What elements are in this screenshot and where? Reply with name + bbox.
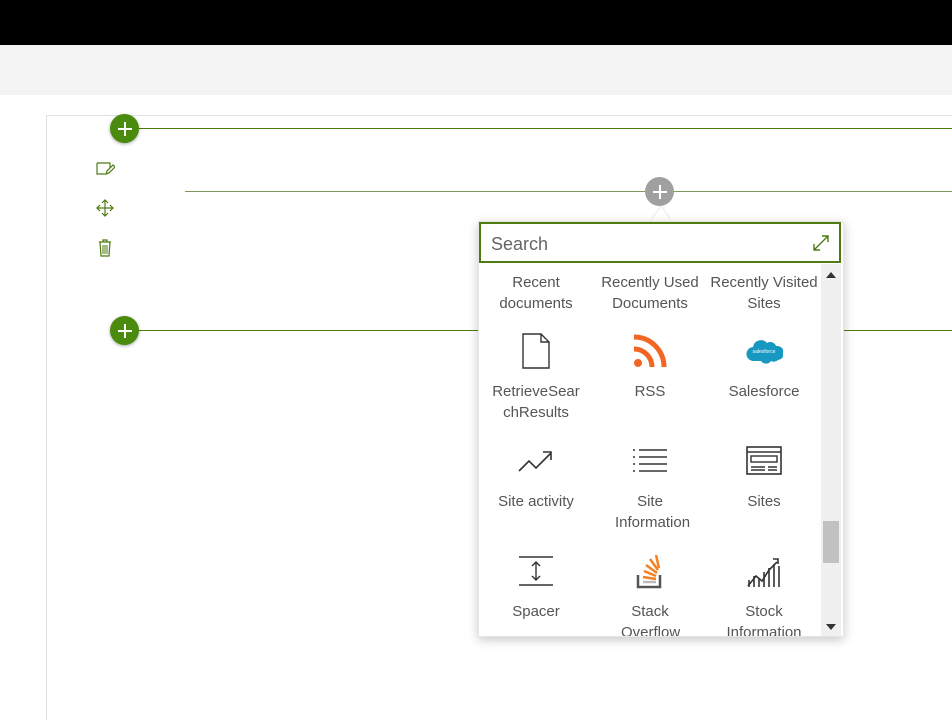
toolbox-search-box (479, 222, 841, 263)
webpart-toolbox: Recent documents Recently Used Documents… (478, 221, 844, 637)
plus-icon (652, 184, 667, 199)
toolbox-item-label: Recent documents (499, 274, 573, 312)
toolbox-item-stack-overflow[interactable]: Stack Overflow (593, 551, 707, 636)
toolbox-item-spacer[interactable]: Spacer (479, 551, 593, 622)
toolbox-list: Recent documents Recently Used Documents… (479, 264, 821, 636)
stock-chart-icon (747, 558, 780, 587)
list-icon (633, 449, 667, 472)
scroll-up-arrow-icon[interactable] (826, 272, 836, 278)
search-input[interactable] (489, 228, 803, 260)
toolbox-item-label: Site activity (498, 493, 574, 510)
trending-icon (518, 451, 552, 472)
command-bar (0, 45, 952, 95)
toolbox-item-recently-used-documents[interactable]: Recently Used Documents (593, 272, 707, 314)
toolbox-item-label: Spacer (512, 603, 560, 620)
toolbox-item-recent-documents[interactable]: Recent documents (479, 272, 593, 314)
toolbox-item-label: Recently Used Documents (601, 274, 699, 312)
toolbox-item-sites[interactable]: Sites (707, 441, 821, 512)
section-divider-top (139, 128, 952, 129)
add-webpart-button[interactable] (645, 177, 674, 206)
edit-section-button[interactable] (94, 158, 116, 180)
move-section-button[interactable] (94, 197, 116, 219)
scroll-down-arrow-icon[interactable] (826, 624, 836, 630)
plus-icon (117, 121, 132, 136)
plus-icon (117, 323, 132, 338)
toolbox-scrollbar[interactable] (821, 264, 841, 636)
add-section-button-bottom[interactable] (110, 316, 139, 345)
toolbox-item-rss[interactable]: RSS (593, 331, 707, 402)
sites-icon (746, 446, 782, 475)
webpart-divider (185, 191, 952, 192)
add-section-button-top[interactable] (110, 114, 139, 143)
toolbox-item-label: Recently Visited Sites (710, 274, 818, 312)
toolbox-item-retrievesearchresults[interactable]: RetrieveSearchResults (479, 331, 593, 423)
edit-icon (96, 162, 115, 175)
toolbox-item-stock-information[interactable]: Stock Information (707, 551, 821, 636)
toolbox-item-label: Stock Information (726, 603, 802, 636)
toolbox-item-label: Sites (747, 493, 781, 510)
toolbox-item-label: RetrieveSearchResults (492, 383, 580, 421)
toolbox-item-label: Site Information (615, 493, 691, 531)
top-bar (0, 0, 952, 45)
stackoverflow-icon (636, 554, 662, 589)
popup-caret (651, 207, 671, 221)
move-icon (96, 199, 114, 217)
toolbox-item-salesforce[interactable]: salesforce Salesforce (707, 331, 821, 402)
expand-icon[interactable] (811, 233, 831, 253)
salesforce-logo-text: salesforce (753, 349, 776, 355)
rss-icon (633, 334, 667, 368)
trash-icon (99, 239, 111, 257)
toolbox-item-label: Stack Overflow (621, 603, 681, 636)
document-icon (522, 333, 550, 369)
toolbox-item-site-activity[interactable]: Site activity (479, 441, 593, 512)
toolbox-item-site-information[interactable]: Site Information (593, 441, 707, 533)
toolbox-item-label: RSS (634, 383, 666, 400)
delete-section-button[interactable] (94, 237, 116, 259)
scrollbar-thumb[interactable] (823, 521, 839, 563)
toolbox-item-recently-visited-sites[interactable]: Recently Visited Sites (707, 272, 821, 314)
spacer-icon (519, 556, 553, 586)
toolbox-item-label: Salesforce (728, 383, 800, 400)
salesforce-icon: salesforce (746, 340, 783, 364)
